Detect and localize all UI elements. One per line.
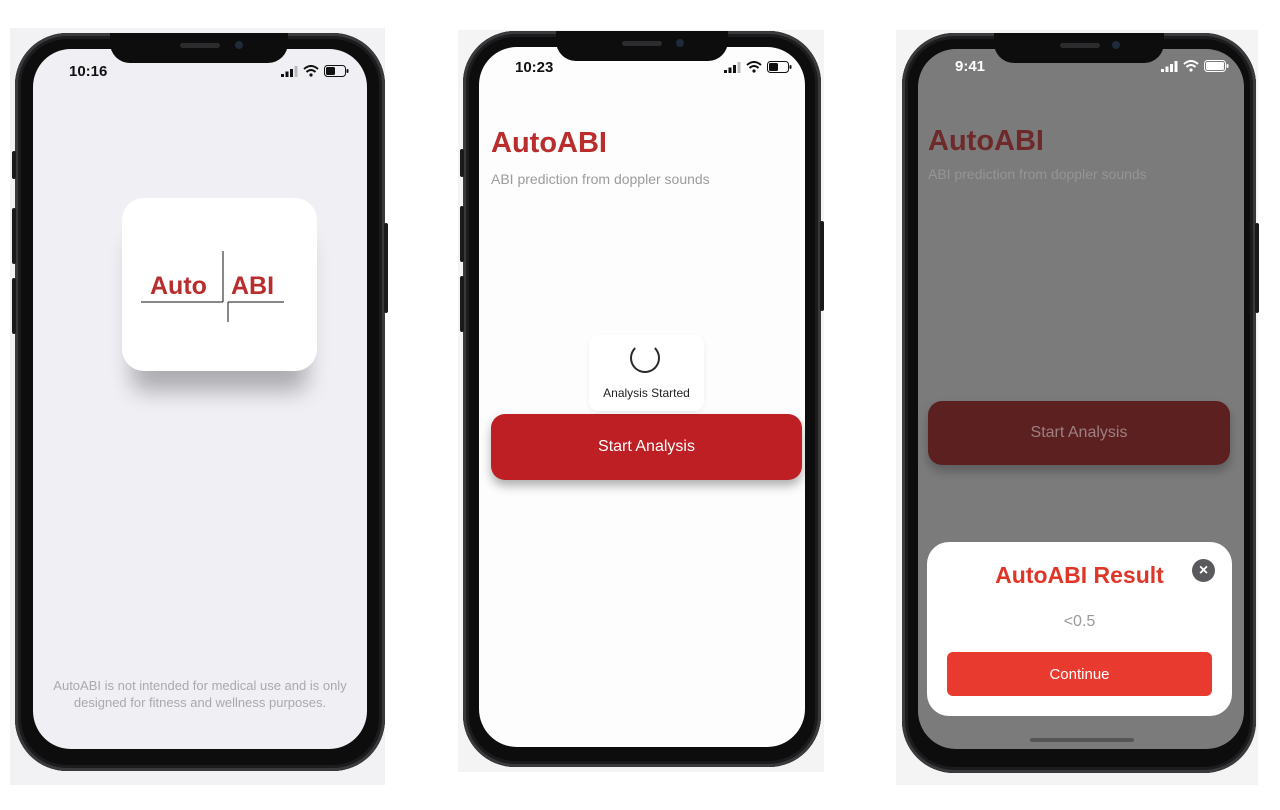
cellular-signal-icon <box>281 65 298 77</box>
close-icon[interactable]: × <box>1192 559 1215 582</box>
battery-icon <box>1204 60 1229 72</box>
mute-switch <box>12 151 16 179</box>
wifi-icon <box>746 61 762 73</box>
front-camera <box>235 41 243 49</box>
volume-up-button <box>12 208 16 264</box>
start-analysis-button[interactable]: Start Analysis <box>491 414 802 480</box>
result-sheet: AutoABI Result × <0.5 Continue <box>927 542 1232 716</box>
speaker <box>622 41 662 46</box>
status-icons <box>724 61 792 73</box>
power-button <box>384 223 388 313</box>
app-logo-card: Auto ABI <box>122 198 317 371</box>
start-analysis-button: Start Analysis <box>928 401 1230 465</box>
toast-label: Analysis Started <box>603 386 690 400</box>
notch <box>556 31 728 61</box>
phone-frame-result: 9:41 AutoABI ABI prediction from doppler… <box>902 33 1259 773</box>
app-subtitle: ABI prediction from doppler sounds <box>491 171 710 187</box>
volume-down-button <box>12 278 16 334</box>
cellular-signal-icon <box>1161 60 1178 72</box>
result-title: AutoABI Result <box>995 562 1164 588</box>
wifi-icon <box>303 65 319 77</box>
result-screen: 9:41 AutoABI ABI prediction from doppler… <box>918 49 1244 749</box>
mute-switch <box>460 149 464 177</box>
status-time: 10:16 <box>69 63 108 80</box>
front-camera <box>1112 41 1120 49</box>
analysis-started-toast: Analysis Started <box>589 335 704 411</box>
app-subtitle: ABI prediction from doppler sounds <box>928 166 1147 182</box>
notch <box>110 33 288 63</box>
status-time: 10:23 <box>515 59 554 76</box>
medical-disclaimer: AutoABI is not intended for medical use … <box>53 678 347 710</box>
splash-screen: 10:16 Auto ABI AutoABI is not intended f… <box>33 49 367 749</box>
volume-down-button <box>460 276 464 332</box>
wifi-icon <box>1183 60 1199 72</box>
autoabi-logo: Auto ABI <box>141 251 284 322</box>
volume-up-button <box>460 206 464 262</box>
speaker <box>1060 43 1100 48</box>
app-title: AutoABI <box>928 125 1044 157</box>
status-icons <box>1161 60 1229 72</box>
status-icons <box>281 65 349 77</box>
cellular-signal-icon <box>724 61 741 73</box>
logo-abi-word: ABI <box>231 272 274 300</box>
result-value: <0.5 <box>1063 613 1096 630</box>
loading-spinner-icon <box>630 343 660 373</box>
front-camera <box>676 39 684 47</box>
logo-auto-word: Auto <box>150 272 207 300</box>
speaker <box>180 43 220 48</box>
app-title: AutoABI <box>491 127 607 159</box>
notch <box>994 33 1164 63</box>
status-time: 9:41 <box>955 58 986 75</box>
phone-frame-splash: 10:16 Auto ABI AutoABI is not intended f… <box>12 33 388 771</box>
home-indicator <box>1030 738 1134 742</box>
phone-frame-analysis: 10:23 AutoABI ABI prediction from dopple… <box>460 31 824 767</box>
power-button <box>1255 223 1259 313</box>
continue-button[interactable]: Continue <box>947 652 1212 696</box>
battery-icon <box>767 61 792 73</box>
analysis-screen: 10:23 AutoABI ABI prediction from dopple… <box>479 47 805 747</box>
power-button <box>820 221 824 311</box>
battery-icon <box>324 65 349 77</box>
